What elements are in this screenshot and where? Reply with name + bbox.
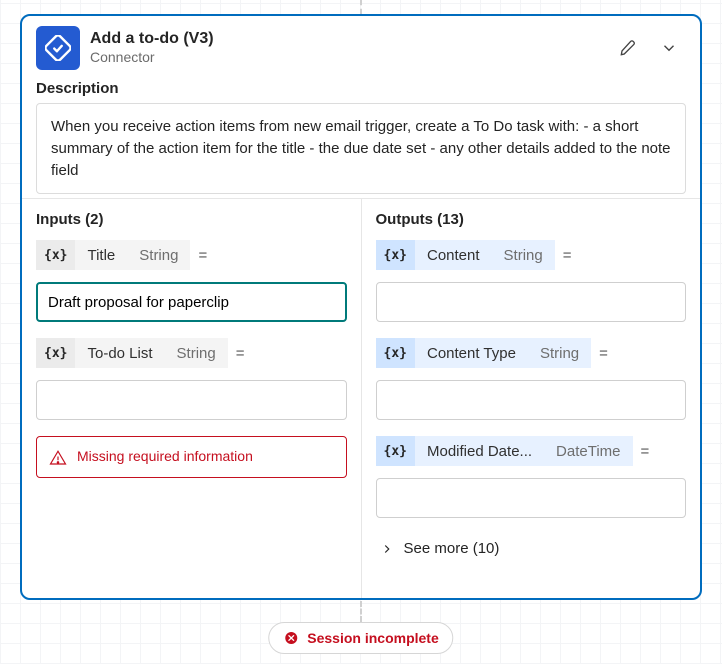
chevron-down-icon [660,39,678,57]
session-status-badge[interactable]: Session incomplete [268,622,453,654]
output-name: Modified Date... [415,436,544,466]
equals-icon: = [641,443,650,460]
validation-error: Missing required information [36,436,347,478]
output-value-modifieddate[interactable] [376,478,687,518]
output-value-contenttype[interactable] [376,380,687,420]
equals-icon: = [563,247,572,264]
description-section: Description When you receive action item… [22,76,700,198]
collapse-button[interactable] [656,35,682,61]
validation-error-text: Missing required information [77,447,253,467]
outputs-panel: Outputs (13) {x} Content String = {x} Co… [362,199,701,598]
output-type: DateTime [544,436,632,466]
input-value-todolist[interactable] [36,380,347,420]
input-type: String [127,240,190,270]
card-title: Add a to-do (V3) [90,29,604,49]
output-type: String [492,240,555,270]
expression-token-icon: {x} [376,338,415,368]
output-chip-modifieddate: {x} Modified Date... DateTime = [376,436,687,466]
connector-card: Add a to-do (V3) Connector Description W… [20,14,702,600]
todo-app-icon [36,26,80,70]
description-text: When you receive action items from new e… [36,103,686,194]
session-status-text: Session incomplete [307,630,438,646]
inputs-heading: Inputs (2) [36,211,347,228]
pencil-icon [618,38,638,58]
expression-token-icon: {x} [376,436,415,466]
edit-button[interactable] [614,34,642,62]
equals-icon: = [599,345,608,362]
inputs-panel: Inputs (2) {x} Title String = {x} To-do … [22,199,362,598]
input-name: Title [75,240,127,270]
chevron-right-icon [380,542,394,556]
description-label: Description [36,80,686,97]
expression-token-icon: {x} [36,338,75,368]
warning-icon [49,449,67,467]
output-chip-contenttype: {x} Content Type String = [376,338,687,368]
output-value-content[interactable] [376,282,687,322]
expression-token-icon: {x} [36,240,75,270]
output-name: Content Type [415,338,528,368]
see-more-button[interactable]: See more (10) [376,534,504,563]
input-type: String [165,338,228,368]
output-name: Content [415,240,492,270]
outputs-heading: Outputs (13) [376,211,687,228]
expression-token-icon: {x} [376,240,415,270]
output-type: String [528,338,591,368]
card-header: Add a to-do (V3) Connector [22,16,700,76]
input-value-title[interactable] [36,282,347,322]
see-more-label: See more (10) [404,540,500,557]
input-chip-title: {x} Title String = [36,240,347,270]
equals-icon: = [236,345,245,362]
equals-icon: = [198,247,207,264]
card-subtitle: Connector [90,49,604,67]
error-circle-icon [283,630,299,646]
output-chip-content: {x} Content String = [376,240,687,270]
input-chip-todolist: {x} To-do List String = [36,338,347,368]
input-name: To-do List [75,338,164,368]
